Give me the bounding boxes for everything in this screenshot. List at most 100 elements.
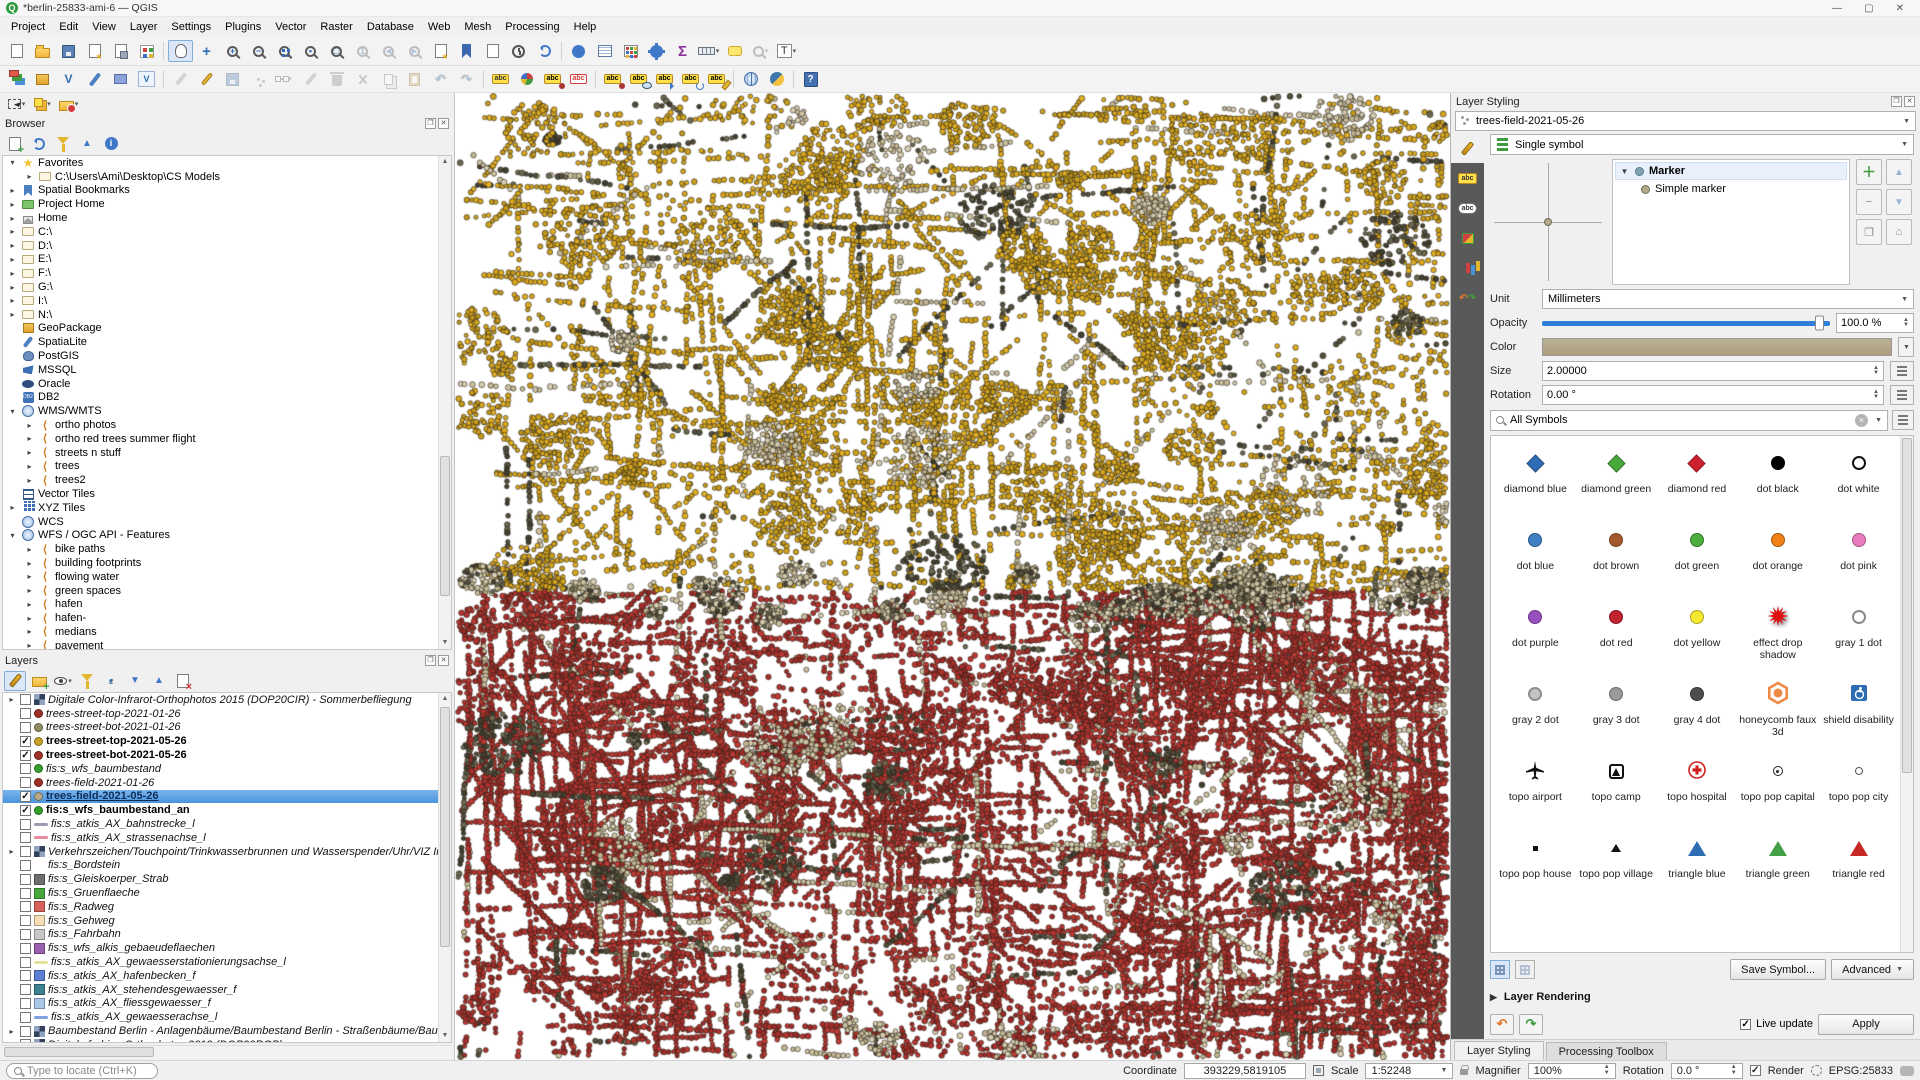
size-data-defined-button[interactable]: [1890, 361, 1914, 381]
maximize-button[interactable]: ▢: [1864, 3, 1873, 14]
expand-icon[interactable]: ▸: [7, 296, 18, 305]
expand-icon[interactable]: ▸: [7, 310, 18, 319]
pin-unpin-labels-button[interactable]: [540, 68, 565, 90]
help-contents-button[interactable]: ?: [798, 68, 823, 90]
spinner-arrows-icon[interactable]: ▲▼: [1873, 390, 1879, 401]
styling-tab-symbology[interactable]: [1451, 133, 1484, 163]
styling-tab-masks[interactable]: [1451, 193, 1484, 223]
redo-style-button[interactable]: ↷: [1519, 1014, 1543, 1035]
temporal-controller-button[interactable]: [506, 40, 531, 62]
menu-database[interactable]: Database: [360, 18, 421, 36]
layer-visibility-checkbox[interactable]: [20, 1026, 31, 1037]
styling-layer-selector[interactable]: trees-field-2021-05-26 ▼: [1455, 111, 1916, 131]
menu-help[interactable]: Help: [567, 18, 604, 36]
browser-item-vector-tiles[interactable]: Vector Tiles: [3, 487, 451, 501]
chevron-down-icon[interactable]: ▾: [716, 47, 720, 55]
minimize-button[interactable]: —: [1832, 3, 1842, 14]
duplicate-symbol-layer-button[interactable]: ❐: [1856, 219, 1882, 245]
browser-item-geopackage[interactable]: GeoPackage: [3, 322, 451, 336]
browser-item-bike-paths[interactable]: ▸⟨bike paths: [3, 542, 451, 556]
menu-layer[interactable]: Layer: [123, 18, 165, 36]
layer-visibility-checkbox[interactable]: [20, 888, 31, 899]
layer-visibility-checkbox[interactable]: [20, 970, 31, 981]
layers-float-button[interactable]: ❐: [425, 655, 436, 666]
highlight-pinned-labels-button[interactable]: [566, 68, 591, 90]
layer-item[interactable]: fis:s_Gehweg: [3, 914, 451, 928]
layer-item[interactable]: ▸Baumbestand Berlin - Anlagenbäume/Baumb…: [3, 1024, 451, 1038]
save-symbol-button[interactable]: Save Symbol...: [1730, 959, 1826, 980]
menu-edit[interactable]: Edit: [52, 18, 85, 36]
tab-layer-styling[interactable]: Layer Styling: [1454, 1041, 1544, 1060]
current-edits-button[interactable]: [168, 68, 193, 90]
osm-place-search-button[interactable]: [738, 68, 763, 90]
refresh-map-button[interactable]: [532, 40, 557, 62]
expand-icon[interactable]: ▸: [24, 559, 35, 568]
layer-visibility-checkbox[interactable]: [20, 846, 31, 857]
zoom-to-layer-button[interactable]: □: [324, 40, 349, 62]
layer-diagram-options-button[interactable]: [514, 68, 539, 90]
save-project-button[interactable]: [56, 40, 81, 62]
browser-item-i[interactable]: ▸I:\: [3, 294, 451, 308]
deselect-features-button[interactable]: ▾: [56, 93, 81, 115]
browser-item-e[interactable]: ▸E:\: [3, 253, 451, 267]
browser-item-mssql[interactable]: MSSQL: [3, 363, 451, 377]
expand-icon[interactable]: ▸: [7, 283, 18, 292]
layer-item[interactable]: trees-field-2021-01-26: [3, 776, 451, 790]
layer-visibility-checkbox[interactable]: [20, 708, 31, 719]
new-virtual-layer-button[interactable]: V: [134, 68, 159, 90]
styling-tab-diagrams[interactable]: [1451, 253, 1484, 283]
browser-item-spatialite[interactable]: SpatiaLite: [3, 335, 451, 349]
symbol-dot-yellow[interactable]: dot yellow: [1657, 598, 1738, 675]
expand-icon[interactable]: ▸: [24, 434, 35, 443]
layer-visibility-checkbox[interactable]: ✓: [20, 805, 31, 816]
layer-visibility-checkbox[interactable]: [20, 722, 31, 733]
spinner-arrows-icon[interactable]: ▲▼: [1873, 366, 1879, 377]
color-dropdown-button[interactable]: ▼: [1898, 337, 1914, 357]
add-point-feature-button[interactable]: [246, 68, 271, 90]
expand-icon[interactable]: ▸: [7, 200, 18, 209]
browser-item-n[interactable]: ▸N:\: [3, 308, 451, 322]
expand-icon[interactable]: ▸: [24, 448, 35, 457]
layer-item[interactable]: fis:s_atkis_AX_gewaesserstationierungsac…: [3, 955, 451, 969]
symbol-honeycomb-faux-3d[interactable]: honeycomb faux 3d: [1737, 675, 1818, 752]
identify-features-button[interactable]: [566, 40, 591, 62]
symbol-tree-marker[interactable]: ▼ Marker: [1615, 162, 1847, 180]
browser-close-button[interactable]: ✕: [438, 118, 449, 129]
expand-icon[interactable]: ▸: [24, 586, 35, 595]
undo-button[interactable]: ↶↶: [428, 68, 453, 90]
symbol-topo-pop-city[interactable]: topo pop city: [1818, 752, 1899, 829]
layer-item[interactable]: ✓trees-field-2021-05-26: [3, 790, 451, 804]
browser-item-d[interactable]: ▸D:\: [3, 239, 451, 253]
opacity-slider[interactable]: [1542, 313, 1830, 333]
symbol-gray-1-dot[interactable]: gray 1 dot: [1818, 598, 1899, 675]
layer-visibility-checkbox[interactable]: ✓: [20, 736, 31, 747]
toggle-editing-button[interactable]: [194, 68, 219, 90]
symbol-topo-pop-capital[interactable]: topo pop capital: [1737, 752, 1818, 829]
chevron-down-icon[interactable]: ▾: [793, 47, 797, 55]
show-statistics-button[interactable]: Σ: [670, 40, 695, 62]
browser-item-building-footprints[interactable]: ▸⟨building footprints: [3, 556, 451, 570]
redo-button[interactable]: ↷↷: [454, 68, 479, 90]
browser-item-postgis[interactable]: PostGIS: [3, 349, 451, 363]
symbol-topo-airport[interactable]: topo airport: [1495, 752, 1576, 829]
symbol-gray-4-dot[interactable]: gray 4 dot: [1657, 675, 1738, 752]
lock-scale-icon[interactable]: [1460, 1069, 1468, 1075]
zoom-native-button[interactable]: 1: [350, 40, 375, 62]
layer-visibility-checkbox[interactable]: [20, 860, 31, 871]
symbol-dot-white[interactable]: dot white: [1818, 444, 1899, 521]
expand-icon[interactable]: ▸: [7, 503, 18, 512]
layer-item[interactable]: fis:s_atkis_AX_bahnstrecke_l: [3, 817, 451, 831]
layer-visibility-checkbox[interactable]: [20, 777, 31, 788]
zoom-next-button[interactable]: ►: [402, 40, 427, 62]
browser-properties-button[interactable]: i: [100, 134, 122, 154]
collapse-all-button[interactable]: ▲: [148, 671, 170, 691]
move-down-button[interactable]: ▼: [1886, 189, 1912, 215]
copy-features-button[interactable]: [376, 68, 401, 90]
map-canvas-area[interactable]: [455, 93, 1450, 1060]
rotate-label-button[interactable]: [678, 68, 703, 90]
delete-selected-button[interactable]: [324, 68, 349, 90]
select-features-button[interactable]: ▾: [4, 93, 29, 115]
coordinate-input[interactable]: 393229,5819105: [1184, 1063, 1306, 1079]
symbol-topo-hospital[interactable]: topo hospital: [1657, 752, 1738, 829]
layer-visibility-checkbox[interactable]: [20, 943, 31, 954]
